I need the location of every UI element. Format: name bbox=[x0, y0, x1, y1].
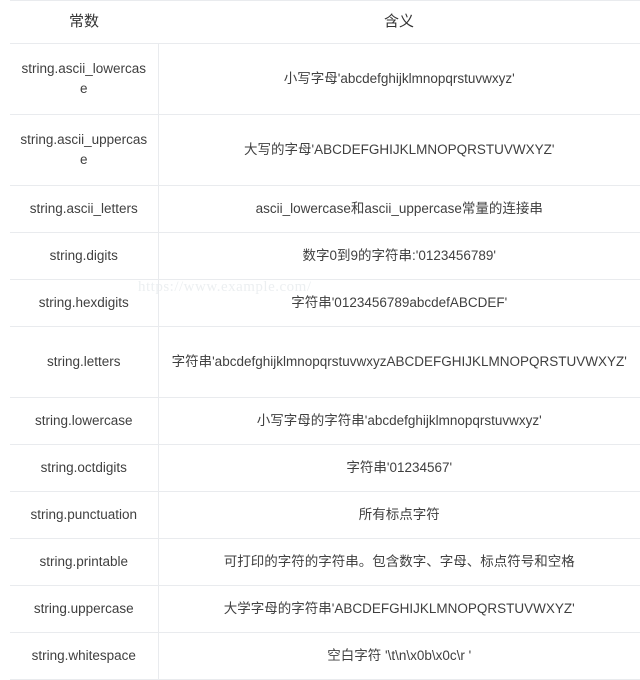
constant-meaning-cell: 小写字母'abcdefghijklmnopqrstuvwxyz' bbox=[158, 43, 640, 115]
page-root: https://www.example.com/ 常数 含义 string.as… bbox=[0, 0, 640, 680]
constant-meaning-cell: 字符串'0123456789abcdefABCDEF' bbox=[158, 279, 640, 327]
table-row: string.uppercase 大学字母的字符串'ABCDEFGHIJKLMNO… bbox=[10, 585, 640, 633]
constant-name-cell: string.printable bbox=[10, 538, 159, 586]
constant-name-cell: string.ascii_lowercase bbox=[10, 43, 159, 115]
string-constants-table: 常数 含义 string.ascii_lowercase 小写字母'abcdefg… bbox=[10, 0, 640, 680]
constant-meaning-cell: ascii_lowercase和ascii_uppercase常量的连接串 bbox=[158, 185, 640, 233]
constant-meaning-cell: 大写的字母'ABCDEFGHIJKLMNOPQRSTUVWXYZ' bbox=[158, 114, 640, 186]
constant-name-cell: string.letters bbox=[10, 326, 159, 398]
constant-name-cell: string.whitespace bbox=[10, 632, 159, 680]
constant-name-cell: string.ascii_uppercase bbox=[10, 114, 159, 186]
constant-meaning-cell: 数字0到9的字符串:'0123456789' bbox=[158, 232, 640, 280]
table-row: string.ascii_uppercase 大写的字母'ABCDEFGHIJKL… bbox=[10, 114, 640, 186]
table-row: string.hexdigits 字符串'0123456789abcdefABCD… bbox=[10, 279, 640, 327]
table-row: string.whitespace 空白字符 '\t\n\x0b\x0c\r ' bbox=[10, 632, 640, 680]
table-row: string.printable 可打印的字符的字符串。包含数字、字母、标点符号和… bbox=[10, 538, 640, 586]
table-row: string.letters 字符串'abcdefghijklmnopqrstuv… bbox=[10, 326, 640, 398]
table-row: string.punctuation 所有标点字符 bbox=[10, 491, 640, 539]
constant-meaning-cell: 所有标点字符 bbox=[158, 491, 640, 539]
constant-meaning-cell: 字符串'01234567' bbox=[158, 444, 640, 492]
column-header-constant: 常数 bbox=[10, 0, 158, 44]
constant-name-cell: string.digits bbox=[10, 232, 159, 280]
table-header: 常数 含义 bbox=[10, 0, 640, 44]
constant-name-cell: string.uppercase bbox=[10, 585, 159, 633]
constant-meaning-cell: 小写字母的字符串'abcdefghijklmnopqrstuvwxyz' bbox=[158, 397, 640, 445]
constant-name-cell: string.ascii_letters bbox=[10, 185, 159, 233]
table-row: string.digits 数字0到9的字符串:'0123456789' bbox=[10, 232, 640, 280]
constant-meaning-cell: 大学字母的字符串'ABCDEFGHIJKLMNOPQRSTUVWXYZ' bbox=[158, 585, 640, 633]
constant-name-cell: string.octdigits bbox=[10, 444, 159, 492]
constant-meaning-cell: 可打印的字符的字符串。包含数字、字母、标点符号和空格 bbox=[158, 538, 640, 586]
column-header-meaning: 含义 bbox=[158, 0, 640, 44]
table-row: string.lowercase 小写字母的字符串'abcdefghijklmno… bbox=[10, 397, 640, 445]
table-row: string.ascii_lowercase 小写字母'abcdefghijklm… bbox=[10, 43, 640, 115]
constant-meaning-cell: 空白字符 '\t\n\x0b\x0c\r ' bbox=[158, 632, 640, 680]
table-body: string.ascii_lowercase 小写字母'abcdefghijklm… bbox=[10, 43, 640, 680]
table-header-row: 常数 含义 bbox=[10, 0, 640, 44]
constant-name-cell: string.lowercase bbox=[10, 397, 159, 445]
constant-name-cell: string.hexdigits bbox=[10, 279, 159, 327]
table-row: string.ascii_letters ascii_lowercase和asci… bbox=[10, 185, 640, 233]
table-row: string.octdigits 字符串'01234567' bbox=[10, 444, 640, 492]
constant-meaning-cell: 字符串'abcdefghijklmnopqrstuvwxyzABCDEFGHIJ… bbox=[158, 326, 640, 398]
constant-name-cell: string.punctuation bbox=[10, 491, 159, 539]
